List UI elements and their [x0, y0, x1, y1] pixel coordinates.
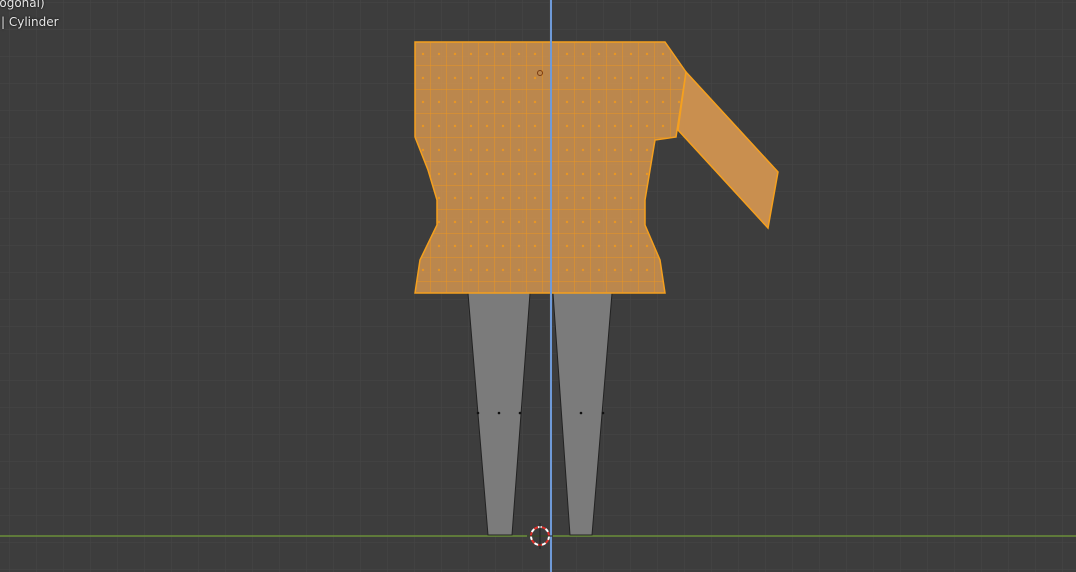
object-info-label: | Cylinder — [1, 15, 59, 29]
3d-viewport[interactable] — [0, 0, 1076, 572]
view-name-label: (Orthogonal) — [0, 0, 45, 10]
